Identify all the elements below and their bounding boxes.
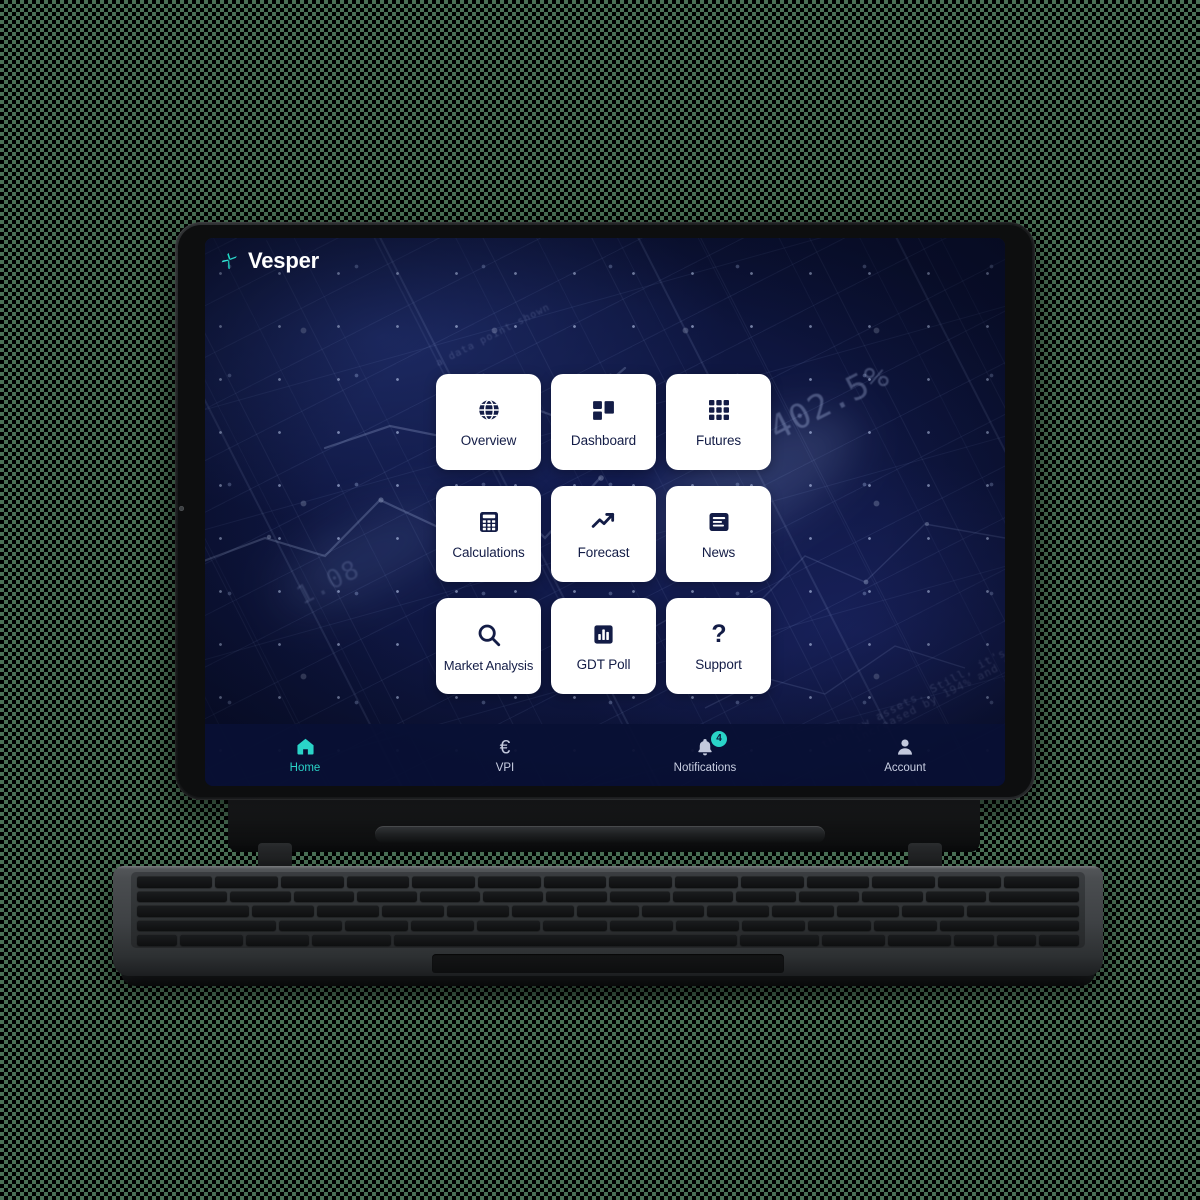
tab-label: Home <box>289 761 321 774</box>
app-tile-futures[interactable]: Futures <box>666 374 771 470</box>
tab-label: VPI <box>495 761 515 774</box>
svg-text:?: ? <box>711 621 726 647</box>
app-tile-label: Market Analysis <box>443 657 534 673</box>
trend-up-arrow-icon <box>590 508 618 536</box>
tab-label: Account <box>884 761 926 774</box>
app-tile-label: News <box>701 545 736 561</box>
app-tile-news[interactable]: News <box>666 486 771 582</box>
tab-label: Notifications <box>673 761 737 774</box>
keyboard-row-shift[interactable] <box>137 919 1079 932</box>
bell-icon: 4 <box>694 730 727 758</box>
app-tile-market-analysis[interactable]: Market Analysis <box>436 598 541 694</box>
vesper-spark-icon <box>221 252 237 269</box>
svg-text:€: € <box>500 737 511 758</box>
article-lines-icon <box>705 508 733 536</box>
keyboard-row-home[interactable] <box>137 905 1080 917</box>
home-icon <box>294 736 316 758</box>
hinge-bar <box>375 826 825 843</box>
trackpad[interactable] <box>432 954 784 973</box>
app-tile-dashboard[interactable]: Dashboard <box>551 374 656 470</box>
app-tile-gdt-poll[interactable]: GDT Poll <box>551 598 656 694</box>
tab-home[interactable]: Home <box>205 736 405 775</box>
euro-icon: € <box>494 736 516 758</box>
app-tile-overview[interactable]: Overview <box>436 374 541 470</box>
app-tile-label: Dashboard <box>570 433 637 449</box>
app-tile-label: GDT Poll <box>576 657 631 673</box>
search-magnifier-icon <box>475 621 503 649</box>
keyboard-top-edge <box>113 866 1103 869</box>
tab-vpi[interactable]: € VPI <box>405 736 605 775</box>
notification-badge: 4 <box>711 730 727 747</box>
app-tile-label: Overview <box>460 433 517 449</box>
app-tile-calculations[interactable]: Calculations <box>436 486 541 582</box>
keyboard-row-function[interactable] <box>137 876 1079 888</box>
app-brand: Vesper <box>219 250 319 272</box>
brand-name: Vesper <box>248 248 319 273</box>
person-icon <box>894 736 916 758</box>
tablet-screen: 402.5% the few assets. Still, it's safe … <box>205 238 1005 786</box>
keyboard-row-numbers[interactable] <box>137 890 1080 903</box>
keyboard-base <box>113 866 1103 976</box>
keyboard-row-space[interactable] <box>137 934 1079 946</box>
tablet-device: 402.5% the few assets. Still, it's safe … <box>0 0 1200 1200</box>
front-camera-icon <box>179 506 184 511</box>
app-tile-label: Forecast <box>577 545 630 561</box>
app-tile-label: Futures <box>695 433 742 449</box>
app-tile-forecast[interactable]: Forecast <box>551 486 656 582</box>
globe-icon <box>475 396 503 424</box>
tab-account[interactable]: Account <box>805 736 1005 775</box>
grid-3x3-icon <box>705 396 733 424</box>
bottom-tab-bar: Home € VPI 4 Notifications Account <box>205 724 1005 786</box>
app-tile-support[interactable]: ? Support <box>666 598 771 694</box>
canvas-backdrop: 402.5% the few assets. Still, it's safe … <box>0 0 1200 1200</box>
question-mark-icon: ? <box>705 620 733 648</box>
calculator-icon <box>475 508 503 536</box>
app-tile-label: Support <box>695 657 742 673</box>
tab-notifications[interactable]: 4 Notifications <box>605 730 805 775</box>
app-tile-label: Calculations <box>452 545 525 561</box>
app-tile-grid: Overview Dashboard Futures Calculations … <box>436 374 776 694</box>
keyboard-keys[interactable] <box>137 876 1080 946</box>
dashboard-blocks-icon <box>590 396 618 424</box>
bar-chart-icon <box>590 620 618 648</box>
